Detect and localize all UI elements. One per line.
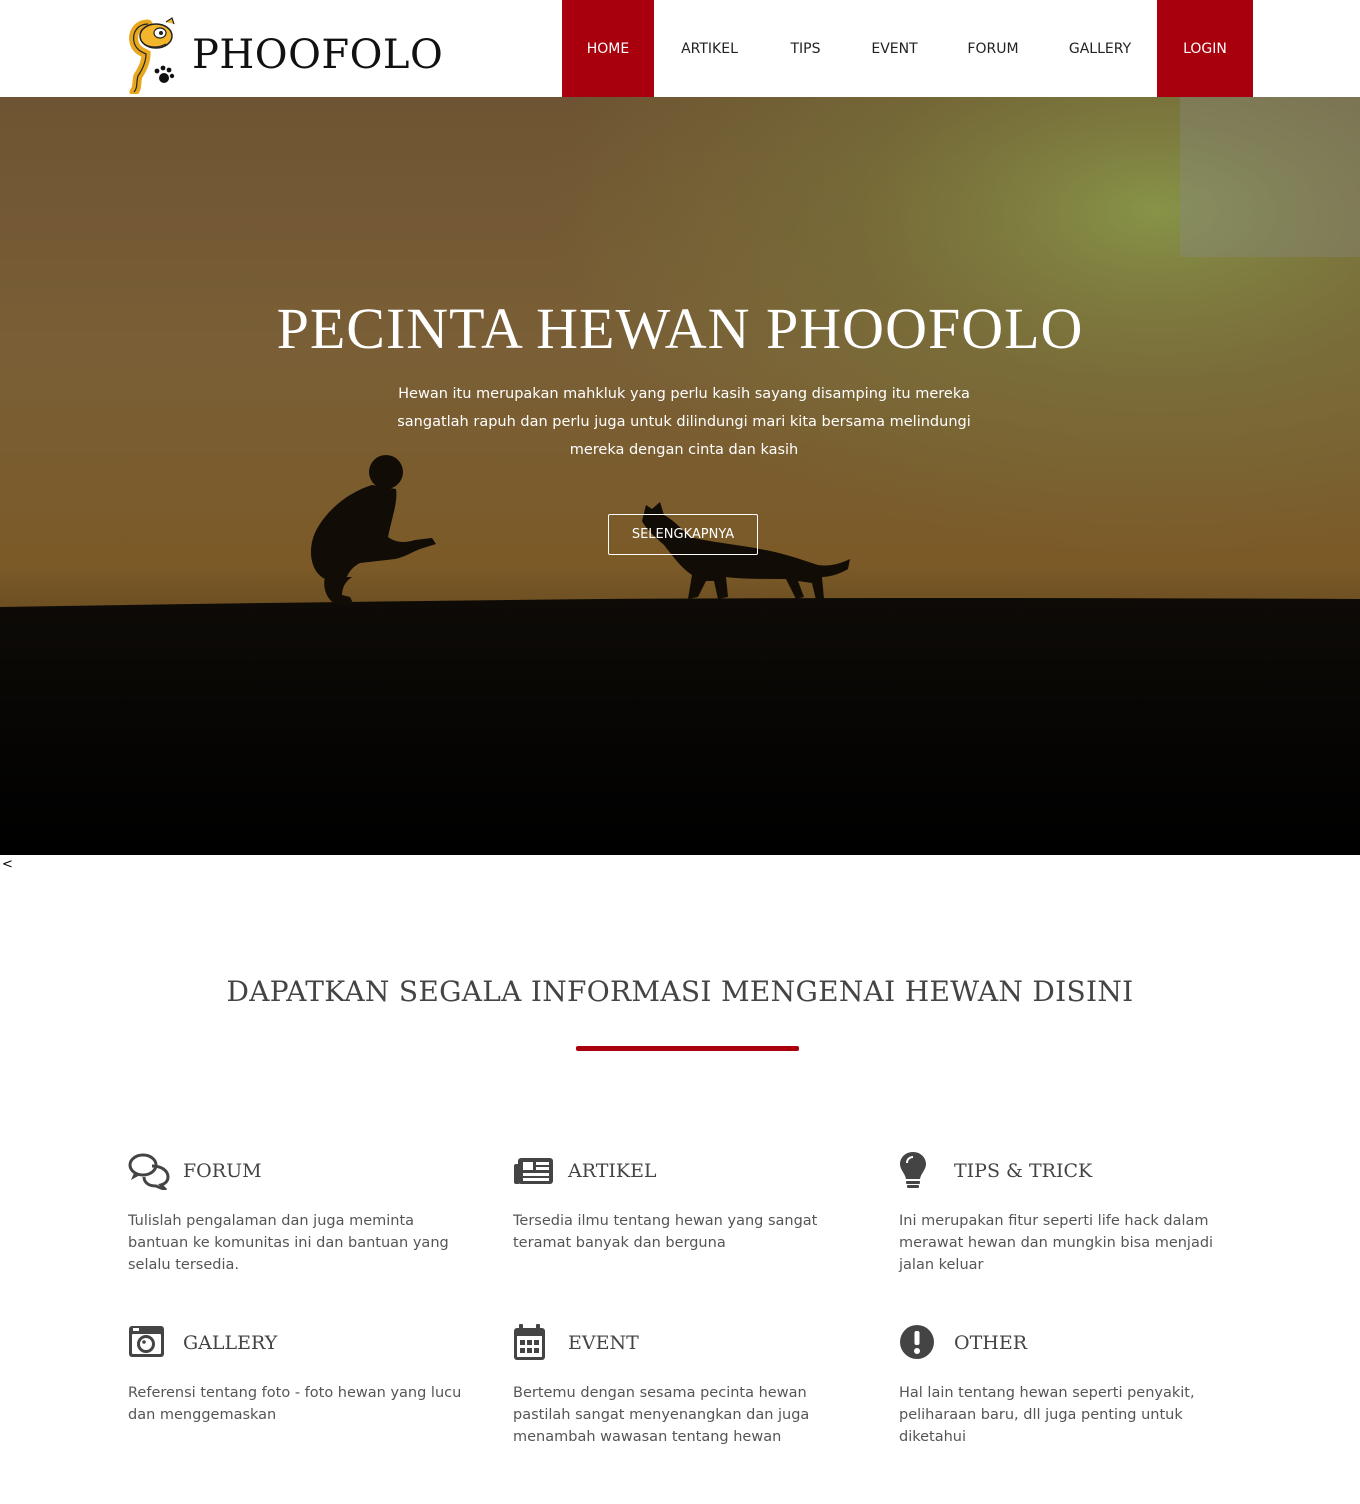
nav-event[interactable]: EVENT	[846, 0, 943, 97]
title-underline	[576, 1046, 799, 1051]
navbar: PHOOFOLO HOME ARTIKEL TIPS EVENT FORUM G…	[0, 0, 1360, 97]
features-title: DAPATKAN SEGALA INFORMASI MENGENAI HEWAN…	[226, 975, 1134, 1008]
phoofolo-logo-icon	[129, 17, 175, 94]
feature-description: Ini merupakan fitur seperti life hack da…	[899, 1213, 1214, 1273]
feature-title: EVENT	[568, 1332, 639, 1354]
feature-title: GALLERY	[183, 1332, 278, 1354]
feature-description: Tersedia ilmu tentang hewan yang sangat …	[513, 1213, 818, 1251]
calendar-icon	[514, 1324, 545, 1360]
feature-description: Hal lain tentang hewan seperti penyakit,…	[899, 1385, 1195, 1445]
exclamation-circle-icon	[900, 1325, 934, 1359]
main-nav: HOME ARTIKEL TIPS EVENT FORUM GALLERY LO…	[562, 0, 1253, 97]
feature-description: Tulislah pengalaman dan juga meminta ban…	[128, 1213, 449, 1273]
hero-title: PECINTA HEWAN PHOOFOLO	[276, 296, 1084, 361]
nav-tips[interactable]: TIPS	[765, 0, 846, 97]
nav-forum[interactable]: FORUM	[943, 0, 1043, 97]
nav-gallery[interactable]: GALLERY	[1043, 0, 1157, 97]
stray-text: <	[2, 857, 13, 872]
feature-title: ARTIKEL	[568, 1160, 657, 1182]
camera-icon	[129, 1326, 164, 1357]
comments-icon	[128, 1153, 170, 1190]
hero-description: Hewan itu merupakan mahkluk yang perlu k…	[397, 386, 971, 458]
feature-description: Referensi tentang foto - foto hewan yang…	[128, 1385, 462, 1423]
feature-title: FORUM	[183, 1160, 262, 1182]
lightbulb-icon	[900, 1152, 926, 1188]
feature-title: OTHER	[954, 1332, 1027, 1354]
brand-name: PHOOFOLO	[192, 32, 444, 78]
newspaper-icon	[514, 1158, 553, 1184]
hero-background-image	[0, 97, 1360, 855]
brand-logo[interactable]: PHOOFOLO	[126, 16, 443, 94]
nav-home[interactable]: HOME	[562, 0, 654, 97]
nav-artikel[interactable]: ARTIKEL	[654, 0, 765, 97]
feature-description: Bertemu dengan sesama pecinta hewan past…	[513, 1385, 810, 1445]
nav-login[interactable]: LOGIN	[1157, 0, 1253, 97]
selengkapnya-button[interactable]: SELENGKAPNYA	[608, 514, 758, 555]
hero-banner: PECINTA HEWAN PHOOFOLO Hewan itu merupak…	[0, 97, 1360, 855]
feature-title: TIPS & TRICK	[954, 1160, 1093, 1182]
